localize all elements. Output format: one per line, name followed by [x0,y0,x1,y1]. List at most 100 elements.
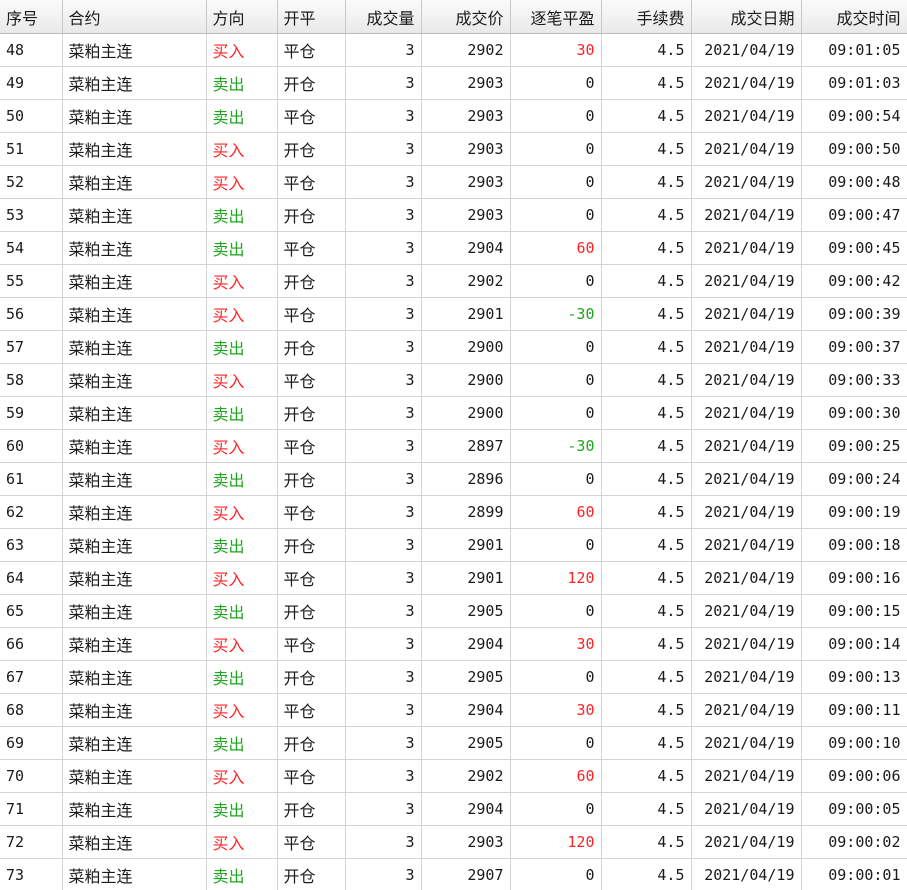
table-row[interactable]: 57 菜粕主连 卖出 开仓 3 2900 0 4.5 2021/04/19 09:00:37 [0,330,907,364]
cell-time: 09:00:24 [801,462,907,496]
table-row[interactable]: 51 菜粕主连 买入 开仓 3 2903 0 4.5 2021/04/19 09:00:50 [0,132,907,166]
cell-price: 2903 [421,99,511,133]
cell-volume: 3 [345,726,422,760]
cell-seq: 60 [0,429,63,463]
cell-direction: 买入 [206,165,278,199]
table-row[interactable]: 61 菜粕主连 卖出 开仓 3 2896 0 4.5 2021/04/19 09:00:24 [0,462,907,496]
cell-date: 2021/04/19 [691,132,802,166]
cell-contract: 菜粕主连 [62,726,207,760]
table-row[interactable]: 71 菜粕主连 卖出 开仓 3 2904 0 4.5 2021/04/19 09:00:05 [0,792,907,826]
cell-seq: 67 [0,660,63,694]
cell-date: 2021/04/19 [691,66,802,100]
cell-seq: 54 [0,231,63,265]
table-row[interactable]: 60 菜粕主连 买入 平仓 3 2897 -30 4.5 2021/04/19 09:00:25 [0,429,907,463]
cell-volume: 3 [345,231,422,265]
column-header-fee[interactable]: 手续费 [601,0,692,34]
table-row[interactable]: 70 菜粕主连 买入 平仓 3 2902 60 4.5 2021/04/19 09:00:06 [0,759,907,793]
cell-price: 2904 [421,693,511,727]
table-row[interactable]: 53 菜粕主连 卖出 开仓 3 2903 0 4.5 2021/04/19 09:00:47 [0,198,907,232]
cell-pnl: 0 [510,165,602,199]
table-row[interactable]: 50 菜粕主连 卖出 平仓 3 2903 0 4.5 2021/04/19 09:00:54 [0,99,907,133]
cell-price: 2903 [421,198,511,232]
header-row: 序号 合约 方向 开平 成交量 成交价 逐笔平盈 手续费 成交日期 成交时间 [0,0,907,34]
table-row[interactable]: 72 菜粕主连 买入 平仓 3 2903 120 4.5 2021/04/19 09:00:02 [0,825,907,859]
table-row[interactable]: 49 菜粕主连 卖出 开仓 3 2903 0 4.5 2021/04/19 09:01:03 [0,66,907,100]
table-row[interactable]: 69 菜粕主连 卖出 开仓 3 2905 0 4.5 2021/04/19 09:00:10 [0,726,907,760]
table-row[interactable]: 59 菜粕主连 卖出 开仓 3 2900 0 4.5 2021/04/19 09:00:30 [0,396,907,430]
cell-seq: 56 [0,297,63,331]
cell-offset: 平仓 [277,363,346,397]
column-header-seq[interactable]: 序号 [0,0,63,34]
column-header-date[interactable]: 成交日期 [691,0,802,34]
table-row[interactable]: 48 菜粕主连 买入 平仓 3 2902 30 4.5 2021/04/19 09:01:05 [0,33,907,67]
table-row[interactable]: 62 菜粕主连 买入 平仓 3 2899 60 4.5 2021/04/19 09:00:19 [0,495,907,529]
table-row[interactable]: 55 菜粕主连 买入 开仓 3 2902 0 4.5 2021/04/19 09:00:42 [0,264,907,298]
cell-contract: 菜粕主连 [62,264,207,298]
cell-seq: 58 [0,363,63,397]
table-row[interactable]: 73 菜粕主连 卖出 开仓 3 2907 0 4.5 2021/04/19 09:00:01 [0,858,907,890]
table-row[interactable]: 66 菜粕主连 买入 平仓 3 2904 30 4.5 2021/04/19 09:00:14 [0,627,907,661]
cell-direction: 买入 [206,264,278,298]
column-header-pnl[interactable]: 逐笔平盈 [510,0,602,34]
cell-seq: 63 [0,528,63,562]
cell-volume: 3 [345,363,422,397]
column-header-price[interactable]: 成交价 [421,0,511,34]
cell-seq: 55 [0,264,63,298]
cell-offset: 开仓 [277,792,346,826]
column-header-offset[interactable]: 开平 [277,0,346,34]
cell-time: 09:00:42 [801,264,907,298]
column-header-contract[interactable]: 合约 [62,0,207,34]
table-row[interactable]: 54 菜粕主连 卖出 平仓 3 2904 60 4.5 2021/04/19 09:00:45 [0,231,907,265]
cell-contract: 菜粕主连 [62,33,207,67]
cell-pnl: 30 [510,33,602,67]
cell-volume: 3 [345,66,422,100]
column-header-volume[interactable]: 成交量 [345,0,422,34]
cell-contract: 菜粕主连 [62,363,207,397]
cell-volume: 3 [345,759,422,793]
cell-time: 09:00:54 [801,99,907,133]
cell-pnl: 0 [510,363,602,397]
cell-fee: 4.5 [601,429,692,463]
cell-seq: 65 [0,594,63,628]
cell-offset: 开仓 [277,462,346,496]
cell-fee: 4.5 [601,627,692,661]
column-header-time[interactable]: 成交时间 [801,0,907,34]
cell-direction: 卖出 [206,726,278,760]
cell-direction: 卖出 [206,396,278,430]
cell-date: 2021/04/19 [691,330,802,364]
table-row[interactable]: 58 菜粕主连 买入 平仓 3 2900 0 4.5 2021/04/19 09:00:33 [0,363,907,397]
cell-contract: 菜粕主连 [62,693,207,727]
cell-contract: 菜粕主连 [62,792,207,826]
cell-fee: 4.5 [601,363,692,397]
cell-pnl: 0 [510,594,602,628]
cell-seq: 72 [0,825,63,859]
cell-price: 2903 [421,165,511,199]
cell-fee: 4.5 [601,132,692,166]
table-row[interactable]: 65 菜粕主连 卖出 开仓 3 2905 0 4.5 2021/04/19 09:00:15 [0,594,907,628]
cell-pnl: -30 [510,297,602,331]
cell-time: 09:00:10 [801,726,907,760]
cell-volume: 3 [345,198,422,232]
cell-offset: 平仓 [277,627,346,661]
cell-direction: 买入 [206,33,278,67]
cell-pnl: 0 [510,99,602,133]
cell-fee: 4.5 [601,660,692,694]
table-row[interactable]: 63 菜粕主连 卖出 开仓 3 2901 0 4.5 2021/04/19 09:00:18 [0,528,907,562]
cell-direction: 卖出 [206,858,278,890]
cell-date: 2021/04/19 [691,693,802,727]
cell-date: 2021/04/19 [691,825,802,859]
table-row[interactable]: 68 菜粕主连 买入 平仓 3 2904 30 4.5 2021/04/19 09:00:11 [0,693,907,727]
cell-offset: 开仓 [277,594,346,628]
column-header-direction[interactable]: 方向 [206,0,278,34]
table-row[interactable]: 52 菜粕主连 买入 平仓 3 2903 0 4.5 2021/04/19 09:00:48 [0,165,907,199]
table-row[interactable]: 67 菜粕主连 卖出 开仓 3 2905 0 4.5 2021/04/19 09:00:13 [0,660,907,694]
cell-fee: 4.5 [601,396,692,430]
cell-volume: 3 [345,264,422,298]
cell-price: 2900 [421,396,511,430]
cell-seq: 73 [0,858,63,890]
cell-direction: 卖出 [206,231,278,265]
table-row[interactable]: 64 菜粕主连 买入 平仓 3 2901 120 4.5 2021/04/19 09:00:16 [0,561,907,595]
table-row[interactable]: 56 菜粕主连 买入 平仓 3 2901 -30 4.5 2021/04/19 09:00:39 [0,297,907,331]
cell-time: 09:00:02 [801,825,907,859]
cell-seq: 48 [0,33,63,67]
